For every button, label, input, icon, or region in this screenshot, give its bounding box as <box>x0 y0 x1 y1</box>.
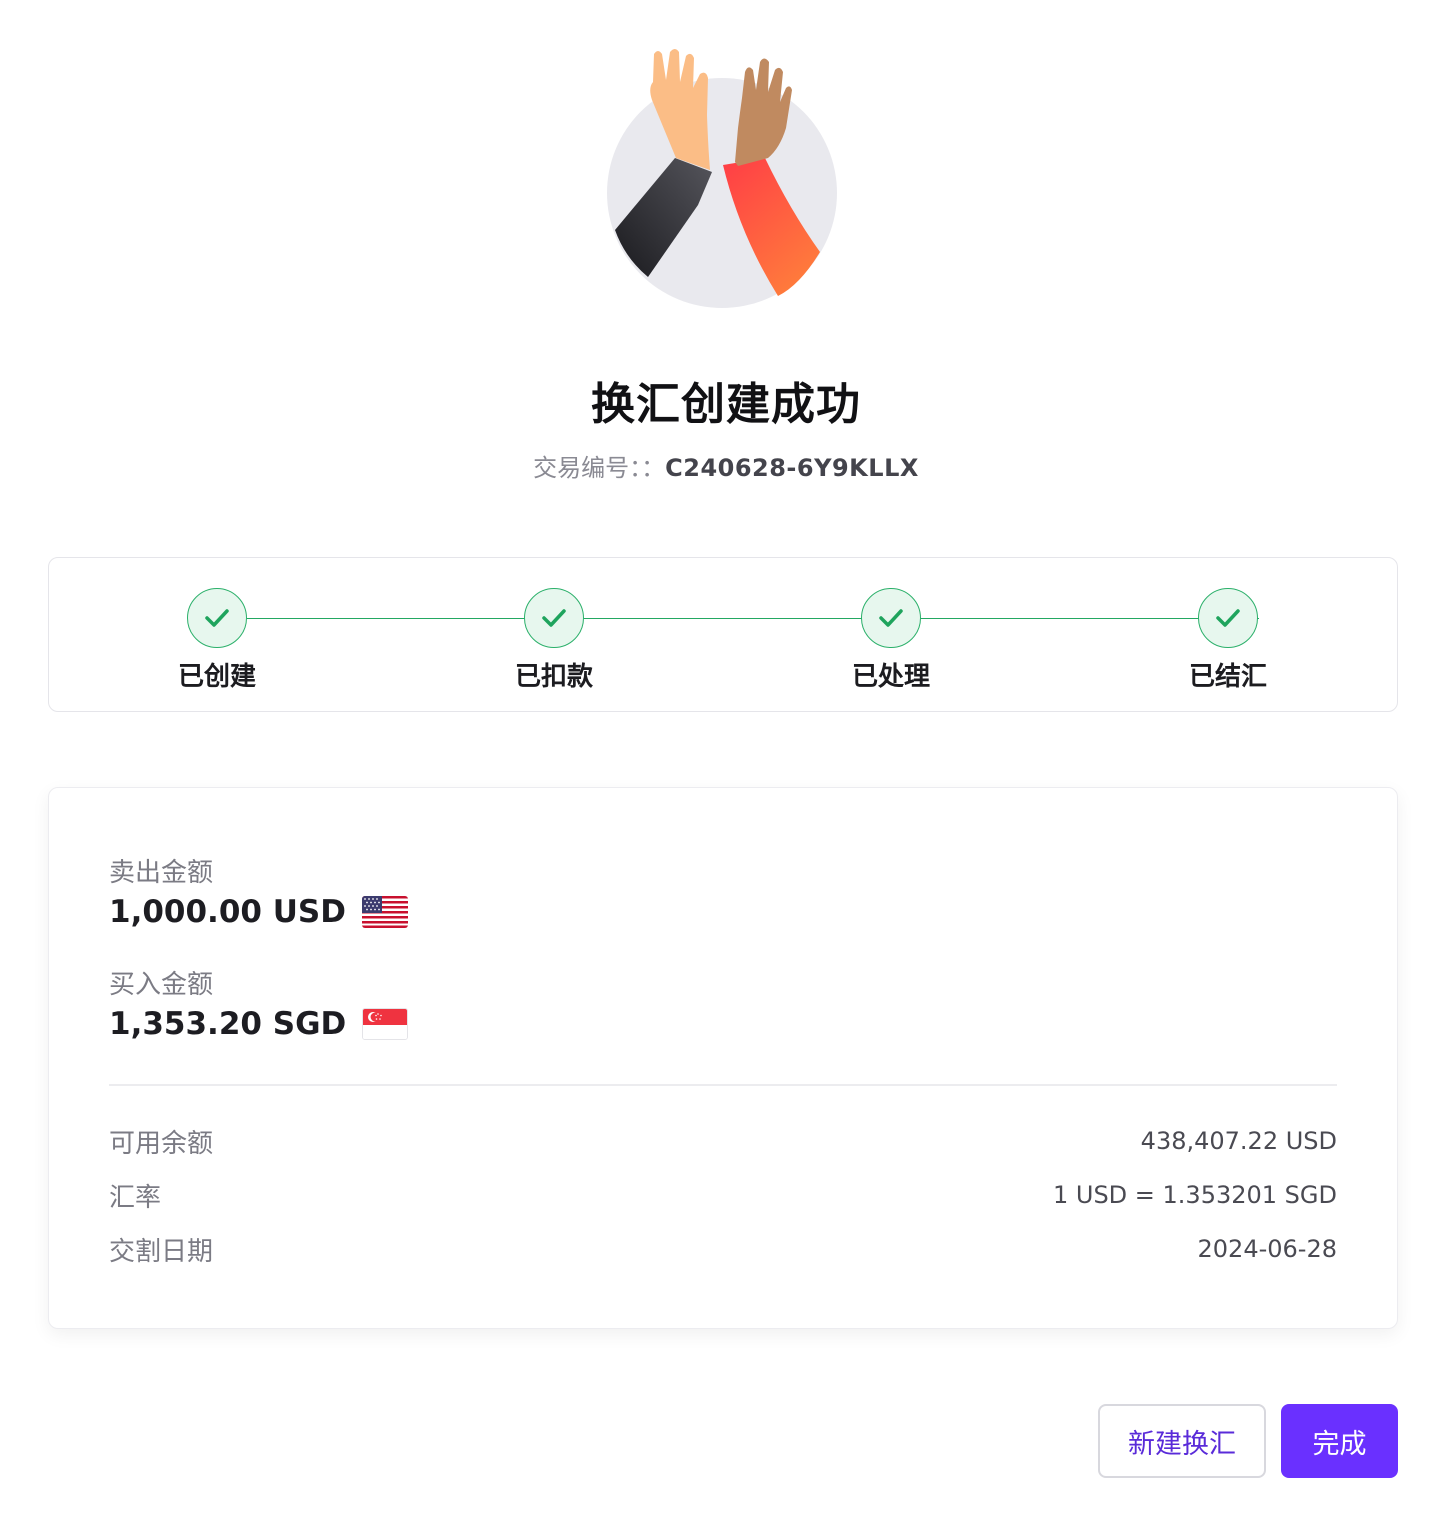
exchange-success-page: 换汇创建成功 交易编号：：C240628-6Y9KLLX 已创建 已扣款 已处理 <box>0 0 1452 1525</box>
detail-row-rate: 汇率 1 USD = 1.353201 SGD <box>109 1178 1337 1213</box>
buy-amount: 1,353.20 SGD <box>109 1006 409 1042</box>
check-icon <box>861 588 921 648</box>
sell-amount: 1,000.00 USD <box>109 894 408 930</box>
step-settled: 已结汇 <box>1148 588 1308 693</box>
step-processed: 已处理 <box>811 588 971 693</box>
detail-key: 交割日期 <box>109 1236 214 1267</box>
stepper-connector <box>247 618 1259 619</box>
divider <box>109 1084 1337 1086</box>
transaction-id: C240628-6Y9KLLX <box>665 454 919 482</box>
us-flag-icon <box>362 896 408 928</box>
detail-value: 2024-06-28 <box>1197 1235 1337 1263</box>
check-icon <box>1198 588 1258 648</box>
detail-row-balance: 可用余额 438,407.22 USD <box>109 1124 1337 1159</box>
check-icon <box>187 588 247 648</box>
step-label: 已结汇 <box>1188 662 1267 692</box>
step-created: 已创建 <box>137 588 297 693</box>
sg-flag-icon <box>362 1008 409 1040</box>
transaction-number-label: 交易编号：： <box>533 454 666 482</box>
progress-stepper: 已创建 已扣款 已处理 已结汇 <box>48 557 1398 712</box>
transaction-number: 交易编号：：C240628-6Y9KLLX <box>0 448 1452 483</box>
done-button[interactable]: 完成 <box>1281 1404 1398 1478</box>
new-exchange-button[interactable]: 新建换汇 <box>1098 1404 1266 1478</box>
sell-amount-label: 卖出金额 <box>109 858 214 888</box>
exchange-details-card: 卖出金额 1,000.00 USD 买入金额 1,353.20 SGD 可用余额… <box>48 787 1398 1329</box>
detail-value: 438,407.22 USD <box>1140 1127 1337 1155</box>
buy-amount-value: 1,353.20 SGD <box>109 1006 347 1042</box>
detail-row-settlement-date: 交割日期 2024-06-28 <box>109 1232 1337 1267</box>
buy-amount-label: 买入金额 <box>109 970 214 1000</box>
detail-key: 汇率 <box>109 1182 162 1213</box>
step-label: 已扣款 <box>514 662 593 692</box>
check-icon <box>524 588 584 648</box>
step-label: 已处理 <box>851 662 930 692</box>
step-label: 已创建 <box>177 662 256 692</box>
page-title: 换汇创建成功 <box>591 379 861 430</box>
detail-value: 1 USD = 1.353201 SGD <box>1052 1181 1337 1209</box>
detail-key: 可用余额 <box>109 1128 214 1159</box>
sell-amount-value: 1,000.00 USD <box>109 894 346 930</box>
high-five-illustration <box>590 40 860 315</box>
step-debited: 已扣款 <box>474 588 634 693</box>
